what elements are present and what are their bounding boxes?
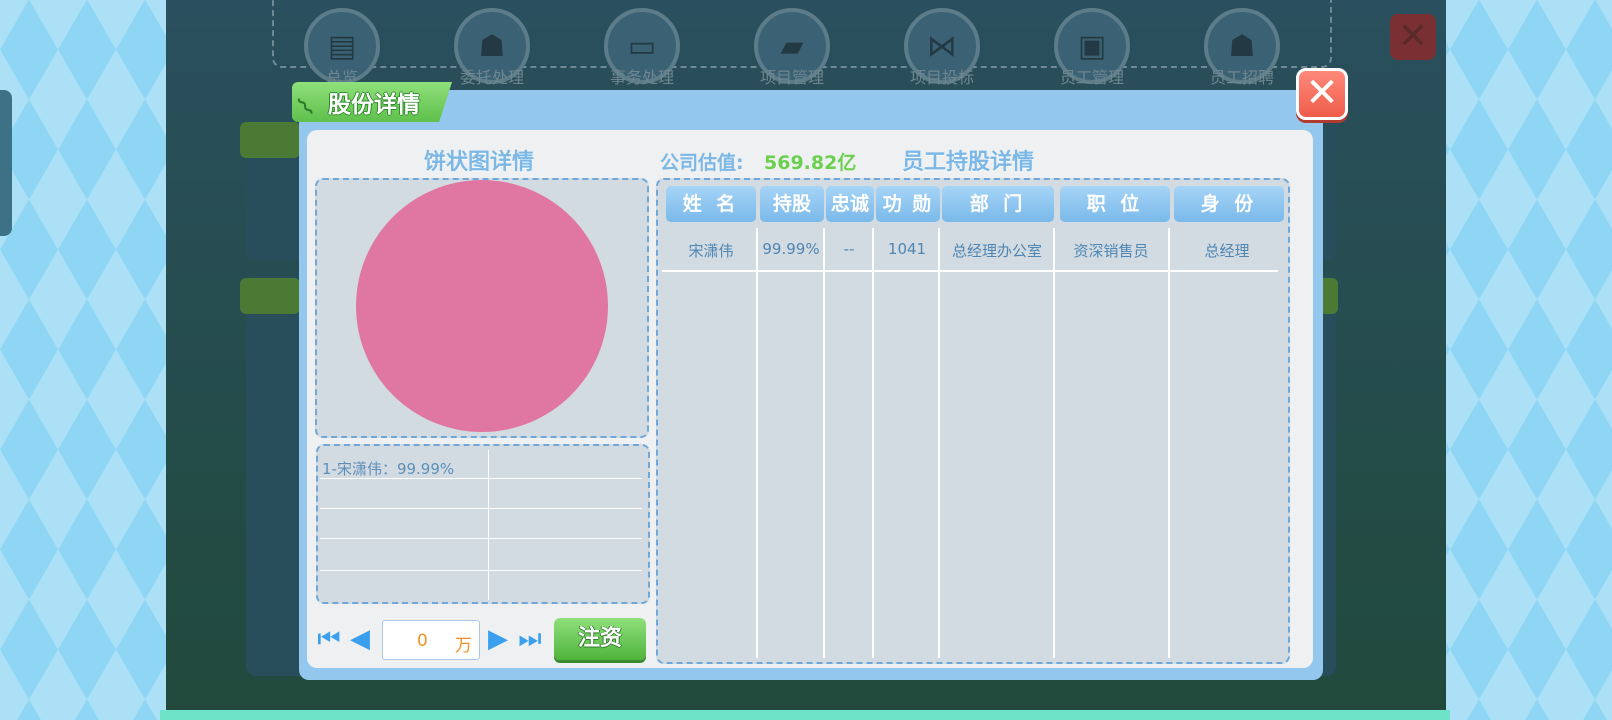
toolbar-item-staff[interactable]: ▣ 员工管理 xyxy=(1052,8,1132,88)
column-header-loyalty[interactable]: 忠诚 xyxy=(826,186,874,222)
amount-unit: 万 xyxy=(455,636,472,656)
cell-loyalty: -- xyxy=(843,240,855,258)
toolbar-item-recruit[interactable]: ☗ 员工招聘 xyxy=(1202,8,1282,88)
pie-section-title: 饼状图详情 xyxy=(424,150,535,175)
dialog-title: 股份详情 xyxy=(328,92,420,118)
next-page-icon[interactable]: ▶ xyxy=(485,624,511,654)
toolbar-item-overview[interactable]: ▤ 总览 xyxy=(302,8,382,88)
column-header-department[interactable]: 部 门 xyxy=(942,186,1054,222)
column-header-shares[interactable]: 持股 xyxy=(760,186,824,222)
pie-legend-grid: 1-宋潇伟：99.99% xyxy=(316,448,642,600)
cell-merit: 1041 xyxy=(887,240,927,258)
amount-value: 0 xyxy=(417,631,428,651)
holdings-section-title: 员工持股详情 xyxy=(902,150,1035,175)
column-header-position[interactable]: 职 位 xyxy=(1060,186,1170,222)
first-page-icon[interactable]: ⏮ xyxy=(316,624,342,654)
toolbar-item-delegation[interactable]: ☗ 委托处理 xyxy=(452,8,532,88)
pie-slice-0 xyxy=(356,180,608,432)
toolbar-label: 事务处理 xyxy=(609,68,674,87)
toolbar-label: 项目管理 xyxy=(759,68,824,87)
pie-chart xyxy=(356,180,608,432)
last-page-icon[interactable]: ⏭ xyxy=(517,624,543,654)
toolbar-label: 员工管理 xyxy=(1059,68,1124,87)
valuation-value: 569.82亿 xyxy=(764,152,857,174)
previous-page-icon[interactable]: ◀ xyxy=(347,624,373,654)
right-side-panel xyxy=(1450,0,1612,720)
inject-capital-button[interactable]: 注资 xyxy=(554,618,646,660)
toolbar-item-affairs[interactable]: ▭ 事务处理 xyxy=(602,8,682,88)
cell-name: 宋潇伟 xyxy=(688,242,734,260)
toolbar-item-bidding[interactable]: ⋈ 项目投标 xyxy=(902,8,982,88)
left-side-panel xyxy=(0,0,160,720)
dialog-title-tab: ⌇ 股份详情 xyxy=(292,82,452,122)
cell-position: 资深销售员 xyxy=(1073,242,1149,260)
cell-identity: 总经理 xyxy=(1204,242,1250,260)
toolbar-label: 员工招聘 xyxy=(1209,68,1274,87)
background-close-icon[interactable]: ✕ xyxy=(1390,14,1436,60)
cell-shares: 99.99% xyxy=(762,240,820,258)
legend-item: 1-宋潇伟：99.99% xyxy=(322,460,455,478)
close-button[interactable]: ✕ xyxy=(1296,68,1348,120)
cell-department: 总经理办公室 xyxy=(951,242,1042,260)
toolbar-item-projects[interactable]: ▰ 项目管理 xyxy=(752,8,832,88)
bottom-strip xyxy=(160,710,1450,720)
paperclip-icon xyxy=(240,278,300,314)
column-header-identity[interactable]: 身 份 xyxy=(1174,186,1284,222)
investment-amount-input[interactable]: 0 万 xyxy=(382,620,480,660)
column-header-merit[interactable]: 功 勋 xyxy=(876,186,940,222)
pie-chart-box xyxy=(315,178,649,438)
paperclip-icon xyxy=(240,122,300,158)
toolbar-label: 项目投标 xyxy=(909,68,974,87)
column-header-name[interactable]: 姓 名 xyxy=(666,186,756,222)
left-edge-tab[interactable] xyxy=(0,90,12,236)
valuation-label: 公司估值: xyxy=(660,152,744,174)
